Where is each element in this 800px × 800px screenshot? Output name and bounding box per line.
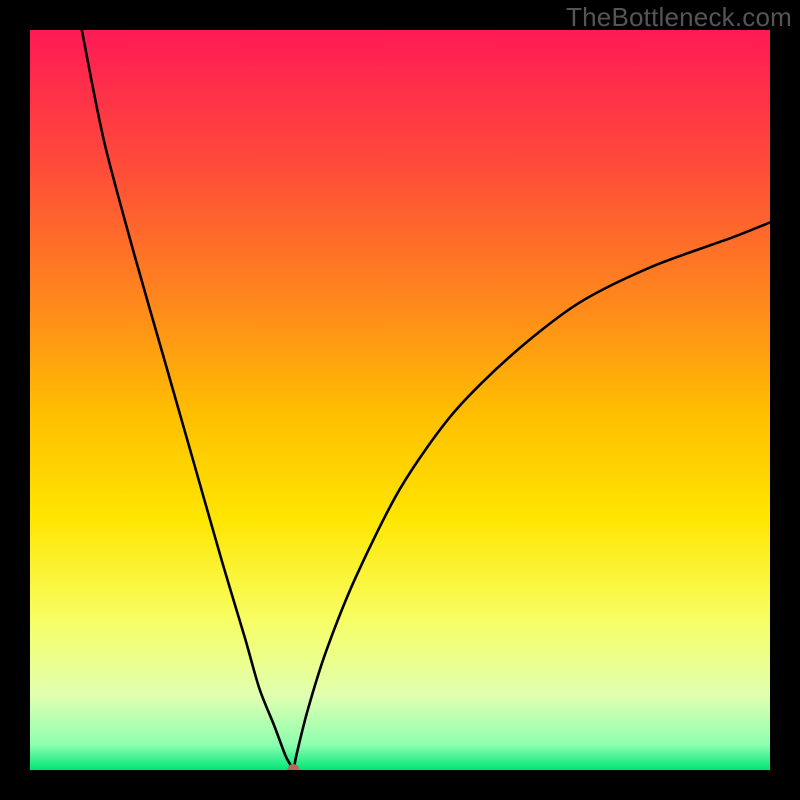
chart-background [30, 30, 770, 770]
chart-svg [30, 30, 770, 770]
watermark-text: TheBottleneck.com [566, 2, 792, 33]
chart-frame: TheBottleneck.com [0, 0, 800, 800]
plot-area [30, 30, 770, 770]
